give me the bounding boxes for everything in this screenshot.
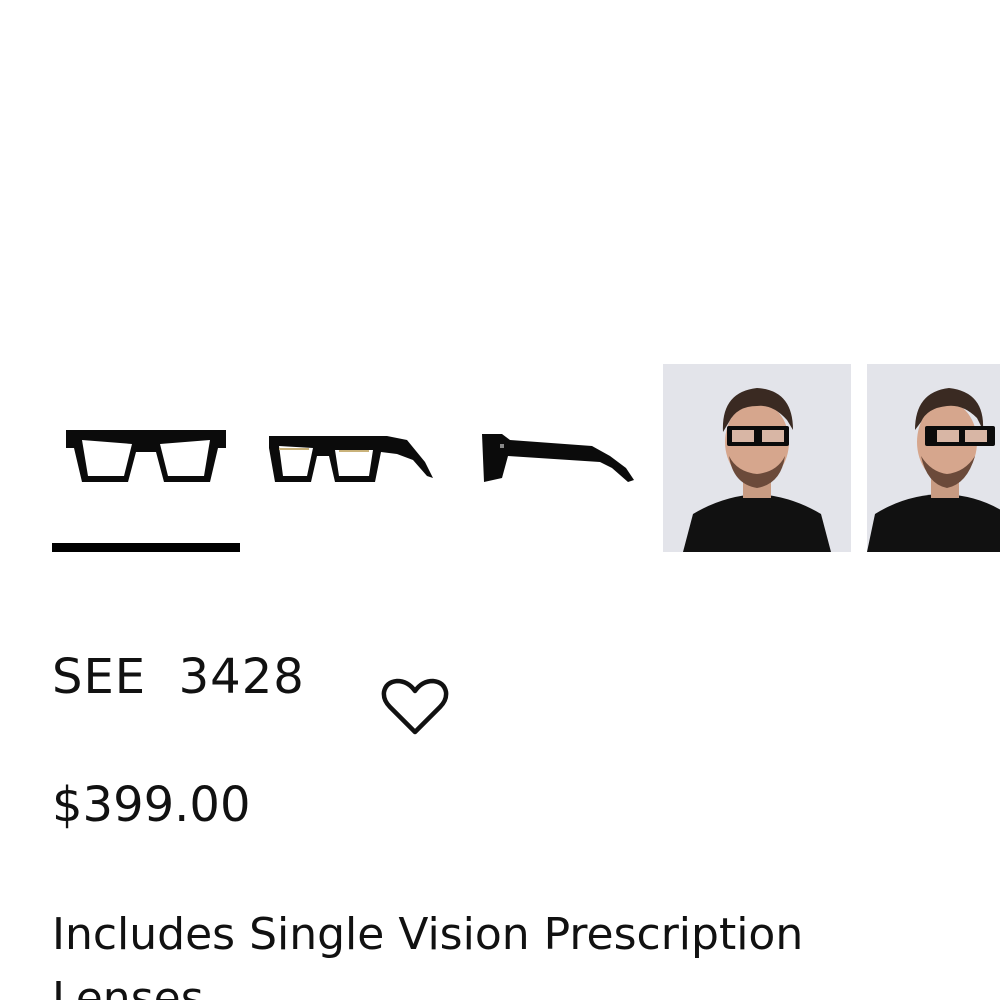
product-page: SEE 3428 $399.00 Includes Single Vision … <box>0 0 1000 1000</box>
active-thumbnail-indicator <box>52 543 240 552</box>
wishlist-button[interactable] <box>380 676 450 738</box>
glasses-front-icon <box>66 430 226 482</box>
glasses-angle-icon <box>269 436 433 482</box>
model-angle-photo <box>867 364 1000 552</box>
product-price: $399.00 <box>52 777 251 833</box>
image-thumbnail-strip <box>0 364 1000 552</box>
prescription-note: Includes Single Vision Prescription Lens… <box>52 909 804 1000</box>
thumbnail-glasses-side[interactable] <box>462 364 650 552</box>
heart-icon <box>381 678 449 735</box>
thumbnail-glasses-angle[interactable] <box>257 364 445 552</box>
model-front-photo <box>663 364 851 552</box>
thumbnail-model-angle[interactable] <box>867 364 1000 552</box>
glasses-side-icon <box>482 434 634 482</box>
thumbnail-glasses-front[interactable] <box>52 364 240 552</box>
thumbnail-model-front[interactable] <box>663 364 851 552</box>
product-name: SEE 3428 <box>52 649 305 705</box>
